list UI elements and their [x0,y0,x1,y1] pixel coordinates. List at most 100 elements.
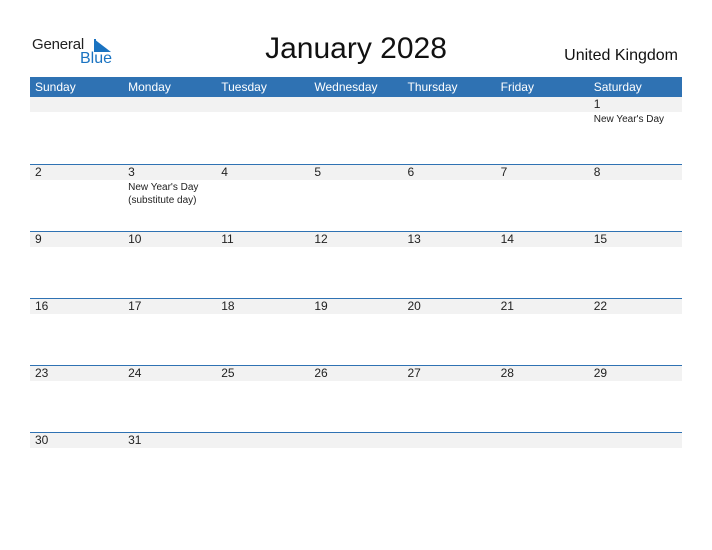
day-cell: 1 New Year's Day [589,97,682,126]
holiday-label: New Year's Day (substitute day) [128,182,199,206]
day-number: 3 [128,165,135,179]
day-cell [496,433,589,448]
day-number: 22 [593,299,608,313]
day-cell: 5 [309,165,402,207]
day-cell: 3 New Year's Day (substitute day) [123,165,216,207]
day-cell: 28 [496,366,589,381]
day-cell: 11 [216,232,309,247]
weekday-wednesday: Wednesday [314,80,378,94]
day-number: 5 [314,165,322,179]
weekday-sunday: Sunday [35,80,76,94]
day-cell: 21 [496,299,589,314]
day-cell [123,97,216,126]
day-number: 13 [407,232,421,246]
day-number [314,433,402,448]
day-cell [496,97,589,126]
day-cell: 23 [30,366,123,381]
weekday-header: Sunday Monday Tuesday Wednesday Thursday… [30,77,682,97]
day-number: 25 [221,366,235,380]
day-number [501,97,589,112]
day-number [35,97,123,112]
day-number: 26 [314,366,328,380]
week-row: 16 17 18 19 20 21 22 [30,298,682,365]
day-number: 20 [407,299,421,313]
day-cell: 12 [309,232,402,247]
day-cell: 10 [123,232,216,247]
day-cell [309,433,402,448]
week-row: 2 3 New Year's Day (substitute day) 4 5 6 7 8 [30,164,682,231]
day-cell: 14 [496,232,589,247]
day-cell [403,433,496,448]
day-number [314,97,402,112]
day-cell: 25 [216,366,309,381]
day-number: 19 [314,299,328,313]
day-cell: 8 [589,165,682,207]
day-number: 21 [500,299,514,313]
day-cell: 29 [589,366,682,381]
day-cell: 9 [30,232,123,247]
day-number: 18 [221,299,235,313]
day-cell: 27 [403,366,496,381]
day-number [501,433,589,448]
day-number: 17 [128,299,142,313]
day-number: 24 [128,366,142,380]
day-cell: 26 [309,366,402,381]
week-cells: 9 10 11 12 13 14 15 [30,232,682,247]
day-number: 12 [314,232,328,246]
day-number: 11 [221,232,234,246]
week-row: 23 24 25 26 27 28 29 [30,365,682,432]
day-number: 28 [500,366,514,380]
day-cell: 17 [123,299,216,314]
week-cells: 1 New Year's Day [30,97,682,126]
weekday-thursday: Thursday [407,80,458,94]
day-number: 1 [593,97,601,111]
day-cell: 20 [403,299,496,314]
weekday-tuesday: Tuesday [221,80,267,94]
week-cells: 23 24 25 26 27 28 29 [30,366,682,381]
day-number [408,433,496,448]
weekday-monday: Monday [128,80,171,94]
day-number [128,97,216,112]
day-number: 16 [35,299,49,313]
day-cell: 16 [30,299,123,314]
day-number: 10 [128,232,142,246]
week-cells: 30 31 [30,433,682,448]
day-number [221,97,309,112]
day-cell [216,433,309,448]
day-number: 6 [407,165,415,179]
day-cell: 13 [403,232,496,247]
day-number: 9 [35,232,42,246]
day-cell: 4 [216,165,309,207]
day-number: 14 [500,232,514,246]
weeks-container: 1 New Year's Day 2 3 New Year's Day (substit… [30,97,682,499]
day-cell: 15 [589,232,682,247]
country-label: United Kingdom [564,47,678,64]
calendar-grid: Sunday Monday Tuesday Wednesday Thursday… [30,77,682,499]
day-cell: 24 [123,366,216,381]
day-number: 23 [35,366,49,380]
day-number: 4 [221,165,228,179]
day-cell: 19 [309,299,402,314]
day-cell: 2 [30,165,123,207]
day-cell: 31 [123,433,216,448]
day-number: 15 [593,232,608,246]
day-number: 7 [500,165,508,179]
day-cell: 22 [589,299,682,314]
day-number: 2 [35,165,42,179]
day-cell [216,97,309,126]
week-row: 30 31 [30,432,682,499]
week-row: 9 10 11 12 13 14 15 [30,231,682,298]
day-cell [589,433,682,448]
day-number: 8 [593,165,601,179]
day-number [408,97,496,112]
day-cell: 6 [403,165,496,207]
day-number: 27 [407,366,421,380]
day-number [221,433,309,448]
day-cell: 7 [496,165,589,207]
weekday-friday: Friday [500,80,534,94]
day-number: 29 [593,366,608,380]
week-cells: 16 17 18 19 20 21 22 [30,299,682,314]
day-cell: 18 [216,299,309,314]
day-number: 30 [35,433,49,447]
week-row: 1 New Year's Day [30,97,682,164]
